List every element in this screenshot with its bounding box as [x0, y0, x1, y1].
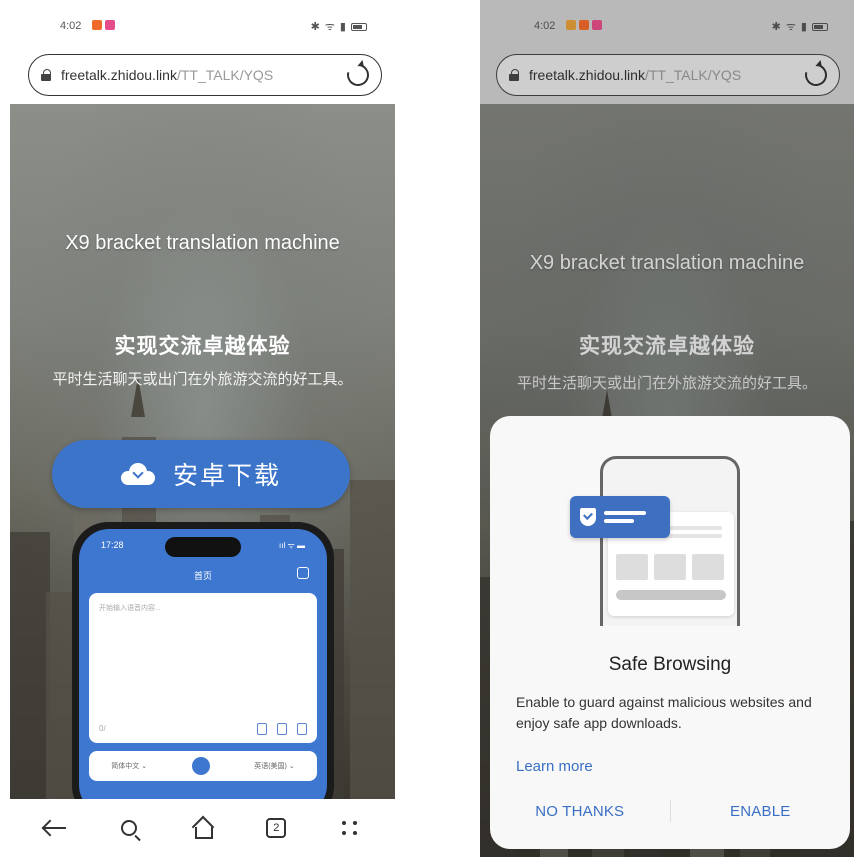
browser-bottom-nav: 2 [10, 799, 395, 857]
shield-badge [570, 496, 670, 538]
copy-icon [257, 723, 267, 735]
hero-banner: X9 bracket translation machine 实现交流卓越体验 … [10, 104, 395, 799]
mockup-input-card: 开始输入语音内容... 0/ [89, 593, 317, 743]
translate-icon [277, 723, 287, 735]
bluetooth-wifi-icons: ✱ ᯤ ▮ [310, 21, 347, 33]
mockup-lang-to: 英语(美国) ⌄ [254, 763, 295, 770]
back-button[interactable] [35, 808, 75, 848]
download-label: 安卓下载 [172, 461, 281, 490]
android-download-button[interactable]: 安卓下载 [52, 440, 350, 508]
mockup-screen: 17:28 ııl ᯤ ▬ 首页 开始输入语音内容... 0/ 简体中文 ⌄ 英… [79, 529, 327, 799]
tabs-button[interactable]: 2 [256, 808, 296, 848]
mockup-time: 17:28 [101, 540, 124, 550]
enable-button[interactable]: ENABLE [671, 803, 851, 820]
system-status-icons: ✱ ᯤ ▮ [311, 19, 367, 34]
right-phone-screen: 4:02 ✱ ᯤ ▮ freetalk.zhidou.link /TT_TALK… [480, 0, 854, 857]
app-phone-mockup: 17:28 ııl ᯤ ▬ 首页 开始输入语音内容... 0/ 简体中文 ⌄ 英… [72, 522, 334, 799]
dialog-description: Enable to guard against malicious websit… [516, 694, 812, 731]
learn-more-link[interactable]: Learn more [516, 758, 593, 775]
search-button[interactable] [109, 808, 149, 848]
status-time: 4:02 [60, 20, 82, 32]
mockup-title: 首页 [193, 571, 212, 581]
address-bar[interactable]: freetalk.zhidou.link /TT_TALK/YQS [28, 54, 382, 96]
menu-dots-icon [342, 821, 358, 835]
search-icon [120, 820, 137, 836]
hero-title: X9 bracket translation machine [65, 232, 340, 254]
mockup-placeholder: 开始输入语音内容... [99, 605, 161, 612]
mockup-status-icons: ııl ᯤ ▬ [279, 541, 305, 550]
home-icon [192, 818, 214, 839]
status-bar: 4:02 ✱ ᯤ ▮ [10, 0, 395, 48]
menu-button[interactable] [330, 808, 370, 848]
shield-icon [580, 508, 596, 526]
lock-icon[interactable] [41, 69, 51, 81]
dialog-actions: NO THANKS ENABLE [490, 796, 850, 826]
dynamic-island [165, 537, 241, 557]
back-arrow-icon [43, 827, 66, 829]
hero-description: 平时生活聊天或出门在外旅游交流的好工具。 [52, 370, 353, 388]
app-notification-icon [105, 20, 115, 30]
dialog-title: Safe Browsing [608, 654, 732, 675]
hero-subtitle: 实现交流卓越体验 [114, 334, 291, 358]
url-path: /TT_TALK/YQS [176, 67, 274, 83]
mockup-lang-from: 简体中文 ⌄ [111, 763, 148, 770]
url-host: freetalk.zhidou.link [61, 67, 177, 83]
swap-icon [191, 757, 210, 775]
no-thanks-button[interactable]: NO THANKS [490, 803, 670, 820]
safe-browsing-dialog: Safe Browsing Enable to guard against ma… [490, 416, 850, 849]
tabs-count: 2 [266, 818, 287, 838]
app-notification-icon [92, 20, 102, 30]
delete-icon [297, 723, 307, 735]
cloud-download-icon [120, 463, 155, 485]
mockup-char-count: 0/ [99, 724, 106, 733]
user-icon [297, 567, 309, 579]
reload-icon[interactable] [342, 59, 374, 91]
notification-icons [92, 20, 115, 30]
mockup-language-bar: 简体中文 ⌄ 英语(美国) ⌄ [89, 751, 317, 781]
home-button[interactable] [182, 808, 222, 848]
safe-browsing-illustration [490, 446, 850, 636]
left-phone-screen: 4:02 ✱ ᯤ ▮ freetalk.zhidou.link /TT_TALK… [10, 0, 395, 857]
battery-icon [351, 22, 367, 31]
mockup-tools [257, 723, 307, 735]
